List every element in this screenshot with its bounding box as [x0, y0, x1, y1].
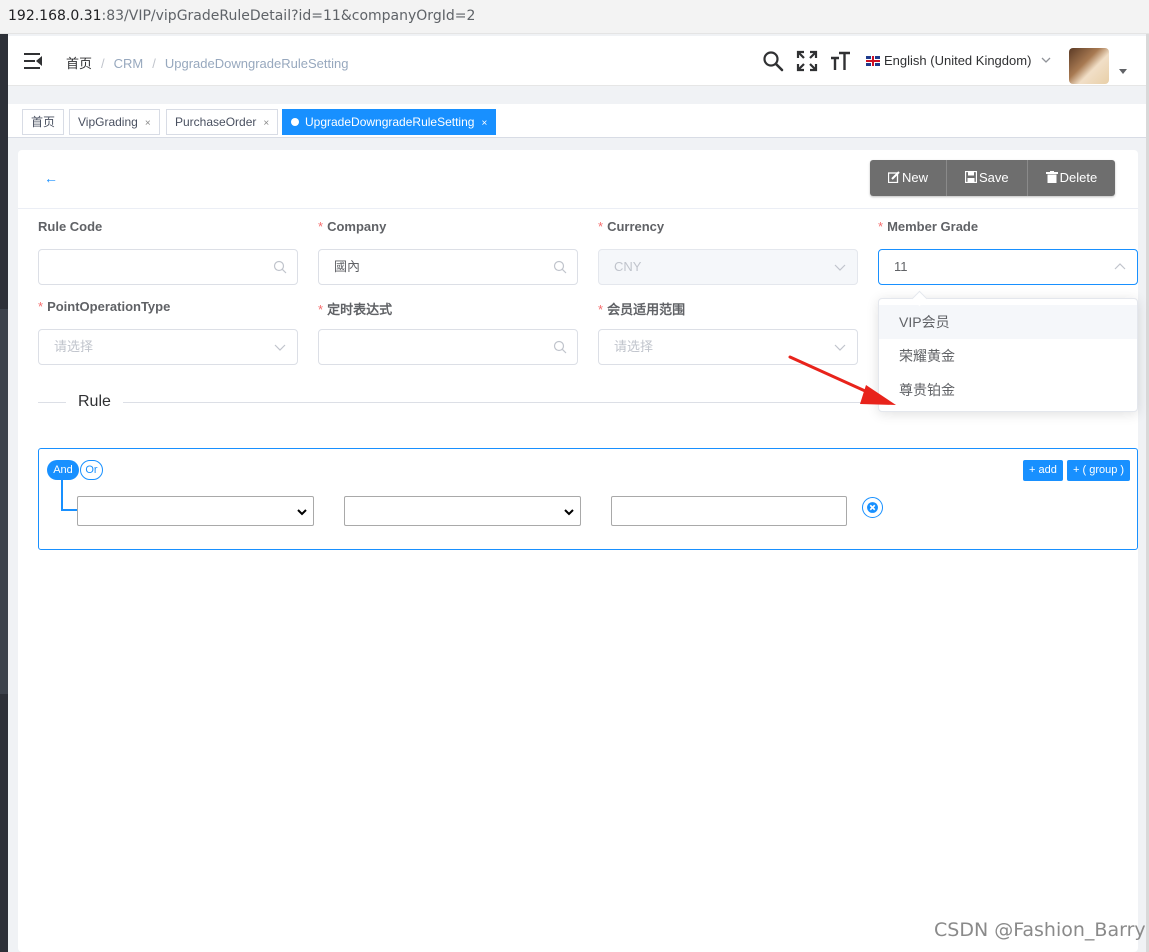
dropdown-option[interactable]: VIP会员	[879, 305, 1137, 339]
chevron-up-icon	[1114, 263, 1126, 270]
company-input[interactable]: 國內	[318, 249, 578, 285]
rule-code-input[interactable]	[38, 249, 298, 285]
breadcrumb: 首页 / CRM / UpgradeDowngradeRuleSetting	[66, 56, 349, 71]
and-toggle[interactable]: And	[47, 460, 79, 480]
tag-label: 首页	[31, 115, 56, 129]
watermark: CSDN @Fashion_Barry	[934, 919, 1146, 941]
chevron-down-icon	[1041, 57, 1051, 63]
save-button[interactable]: Save	[947, 160, 1028, 196]
close-icon[interactable]: ×	[481, 118, 487, 129]
annotation-arrow-icon	[788, 355, 896, 405]
breadcrumb-crm[interactable]: CRM	[114, 56, 144, 71]
tag-home[interactable]: 首页	[22, 109, 65, 135]
field-select[interactable]	[77, 496, 314, 526]
language-label: English (United Kingdom)	[884, 53, 1032, 68]
cron-expression-label: * 定时表达式	[318, 302, 393, 317]
currency-label: * Currency	[598, 219, 665, 234]
rule-section-title: Rule	[66, 393, 123, 411]
remove-rule-icon[interactable]	[862, 497, 883, 518]
sidebar-edge	[0, 34, 8, 952]
divider-line	[18, 208, 1138, 209]
new-button[interactable]: New	[870, 160, 948, 196]
point-operation-type-select[interactable]: 请选择	[38, 329, 298, 365]
close-icon[interactable]: ×	[145, 118, 151, 129]
back-arrow-icon[interactable]: ←	[44, 170, 58, 186]
language-select[interactable]: English (United Kingdom)	[866, 53, 1051, 68]
add-group-button[interactable]: + ( group )	[1067, 460, 1131, 481]
search-icon	[553, 260, 567, 274]
avatar-caret-icon[interactable]	[1119, 69, 1127, 74]
tag-label: PurchaseOrder	[175, 115, 257, 129]
value-input[interactable]	[611, 496, 847, 526]
dropdown-option[interactable]: 尊贵铂金	[879, 373, 1137, 407]
tags-view-bar: 首页 VipGrading × PurchaseOrder × UpgradeDow…	[8, 104, 1146, 138]
uk-flag-icon	[866, 56, 880, 66]
member-grade-dropdown: VIP会员 荣耀黄金 尊贵铂金	[878, 298, 1138, 412]
or-toggle[interactable]: Or	[80, 460, 103, 480]
active-dot-icon	[291, 118, 299, 126]
point-operation-type-label: * PointOperationType	[38, 299, 171, 314]
edit-icon	[888, 171, 900, 183]
font-size-icon[interactable]	[829, 50, 851, 72]
delete-button[interactable]: Delete	[1027, 160, 1116, 196]
chevron-down-icon	[564, 509, 574, 516]
browser-url-bar[interactable]: 192.168.0.31:83/VIP/vipGradeRuleDetail?i…	[0, 0, 1149, 34]
tag-vipgrading[interactable]: VipGrading ×	[69, 109, 160, 135]
chevron-down-icon	[297, 509, 307, 516]
tag-label: UpgradeDowngradeRuleSetting	[305, 115, 475, 129]
member-scope-label: * 会员适用范围	[598, 302, 686, 317]
currency-select: CNY	[598, 249, 858, 285]
tag-purchaseorder[interactable]: PurchaseOrder ×	[166, 109, 279, 135]
chevron-down-icon	[274, 344, 286, 351]
url-path: :83/VIP/vipGradeRuleDetail?id=11&company…	[101, 8, 476, 24]
breadcrumb-current: UpgradeDowngradeRuleSetting	[164, 56, 349, 71]
dropdown-option[interactable]: 荣耀黄金	[879, 339, 1137, 373]
cron-expression-input[interactable]	[318, 329, 578, 365]
member-grade-label: * Member Grade	[878, 219, 979, 234]
search-icon	[553, 340, 567, 354]
url-host: 192.168.0.31	[8, 8, 102, 24]
main-card: ← New Save Delete Rule Code * Company * Cu…	[18, 150, 1138, 952]
breadcrumb-home[interactable]: 首页	[66, 56, 92, 71]
tree-line	[61, 509, 78, 511]
floppy-disk-icon	[965, 171, 978, 183]
trash-icon	[1045, 171, 1058, 183]
tree-line	[61, 480, 63, 511]
operator-select[interactable]	[344, 496, 581, 526]
chevron-down-icon	[834, 344, 846, 351]
rule-code-label: Rule Code	[38, 219, 103, 234]
close-icon[interactable]: ×	[263, 118, 269, 129]
toolbar-button-group: New Save Delete	[870, 160, 1116, 196]
chevron-down-icon	[834, 264, 846, 271]
app-header: 首页 / CRM / UpgradeDowngradeRuleSetting Engli…	[8, 36, 1146, 86]
avatar[interactable]	[1069, 48, 1109, 84]
menu-fold-icon[interactable]	[24, 53, 42, 69]
search-icon	[273, 260, 287, 274]
search-icon[interactable]	[762, 50, 784, 72]
rule-divider	[38, 402, 878, 403]
member-grade-select[interactable]: 11	[878, 249, 1138, 285]
add-rule-button[interactable]: + add	[1023, 460, 1063, 481]
company-label: * Company	[318, 219, 387, 234]
query-builder: And Or + add + ( group )	[38, 448, 1138, 550]
tag-label: VipGrading	[78, 115, 138, 129]
fullscreen-icon[interactable]	[796, 50, 818, 72]
tag-upgradedowngraderulesetting[interactable]: UpgradeDowngradeRuleSetting ×	[282, 109, 497, 135]
